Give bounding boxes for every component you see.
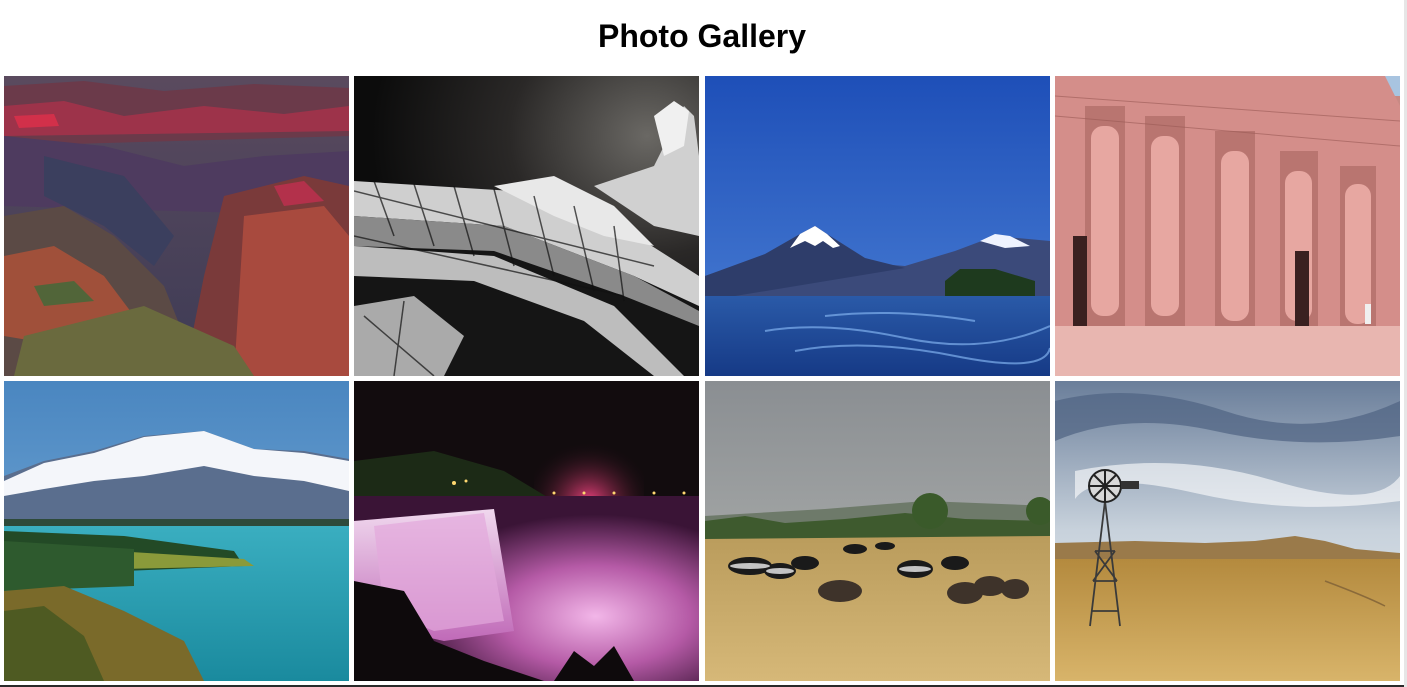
gallery-photo-windmill[interactable]: windmill-prairie: [1054, 381, 1400, 681]
waterfall-photo-icon: [354, 381, 700, 681]
page-title: Photo Gallery: [597, 18, 807, 54]
mountain-lake-photo-icon: [4, 381, 349, 681]
canyon-photo-icon: [4, 76, 349, 376]
photo-gallery-page: Photo Gallery: [0, 0, 1407, 687]
savanna-photo-icon: [704, 381, 1050, 681]
photo-grid: canyon: [4, 76, 1400, 681]
gallery-photo-volcano-lake[interactable]: volcano-lake: [704, 76, 1050, 376]
windmill-photo-icon: [1054, 381, 1400, 681]
temple-photo-icon: [1054, 76, 1400, 376]
gallery-photo-savanna[interactable]: savanna-zebras: [704, 381, 1050, 681]
gallery-photo-egyptian-temple[interactable]: egyptian-temple: [1054, 76, 1400, 376]
gallery-photo-canyon[interactable]: canyon: [4, 76, 349, 376]
eiffel-tower-photo-icon: [354, 76, 700, 376]
gallery-photo-eiffel-tower[interactable]: eiffel-tower: [354, 76, 700, 376]
gallery-photo-mountain-lake[interactable]: mountain-lake: [4, 381, 349, 681]
gallery-photo-waterfall[interactable]: waterfall-night: [354, 381, 700, 681]
volcano-lake-photo-icon: [704, 76, 1050, 376]
